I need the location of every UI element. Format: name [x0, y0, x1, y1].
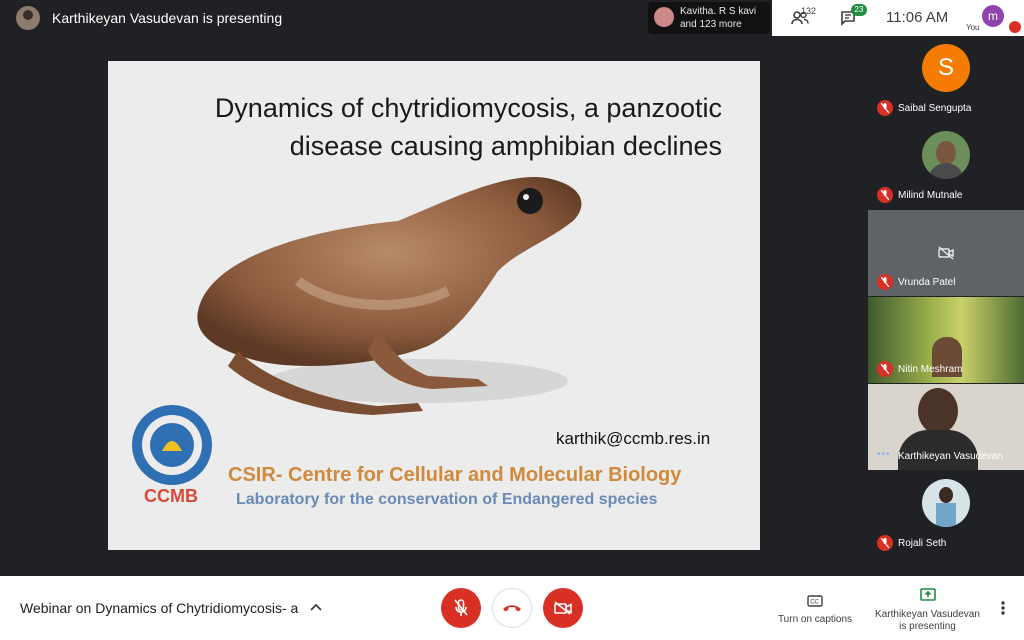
slide-title-line2: disease causing amphibian declines: [289, 131, 722, 161]
closed-captions-icon: CC: [807, 595, 823, 607]
mic-off-icon: [877, 274, 893, 290]
meeting-title[interactable]: Webinar on Dynamics of Chytridiomycosis-…: [20, 600, 302, 616]
participants-preview-name: Kavitha. R S kavi: [680, 6, 757, 17]
participant-tile[interactable]: Milind Mutnale: [868, 123, 1024, 209]
participant-video: [918, 388, 958, 434]
participant-name: Vrunda Patel: [898, 277, 956, 288]
presenting-status: Karthikeyan Vasudevan is presenting: [52, 10, 283, 26]
camera-toggle-button[interactable]: [543, 588, 583, 628]
participants-preview[interactable]: Kavitha. R S kavi and 123 more: [648, 2, 770, 34]
camera-off-icon: [938, 246, 954, 260]
speaking-indicator-icon: •••: [877, 449, 891, 460]
mic-off-icon: [877, 361, 893, 377]
ccmb-logo-icon: [132, 405, 212, 485]
people-count: 132: [801, 6, 817, 16]
participant-name: Rojali Seth: [898, 538, 947, 549]
mic-off-icon: [454, 599, 468, 616]
participants-sidebar: S Saibal Sengupta Milind Mutnale Vrunda …: [868, 36, 1024, 560]
presenting-label-line1: Karthikeyan Vasudevan: [875, 609, 980, 620]
self-label: You: [966, 23, 980, 32]
participant-name: Nitin Meshram: [898, 364, 963, 375]
clock: 11:06 AM: [886, 9, 949, 26]
participant-tile[interactable]: Vrunda Patel: [868, 210, 1024, 296]
chat-count-badge: 23: [851, 4, 867, 16]
self-mic-off-icon: [1009, 21, 1021, 33]
presenter-avatar: [16, 6, 40, 30]
avatar: [654, 7, 674, 27]
presenting-label-line2: is presenting: [899, 621, 956, 632]
svg-text:CC: CC: [810, 600, 819, 606]
slide-title: Dynamics of chytridiomycosis, a panzooti…: [142, 89, 722, 165]
presenting-button[interactable]: Karthikeyan Vasudevan is presenting: [870, 588, 985, 633]
present-screen-icon: [919, 588, 936, 601]
mic-off-icon: [877, 535, 893, 551]
participant-name: Karthikeyan Vasudevan: [898, 451, 1003, 462]
slide-organization: CSIR- Centre for Cellular and Molecular …: [228, 464, 682, 486]
camera-off-icon: [554, 601, 572, 615]
frog-image: [197, 176, 582, 415]
participant-name: Milind Mutnale: [898, 190, 963, 201]
avatar: S: [922, 44, 970, 92]
participant-tile[interactable]: S Saibal Sengupta: [868, 36, 1024, 122]
bottom-bar: Webinar on Dynamics of Chytridiomycosis-…: [0, 576, 1024, 640]
captions-button[interactable]: CC Turn on captions: [770, 594, 860, 625]
slide-title-line1: Dynamics of chytridiomycosis, a panzooti…: [214, 93, 722, 123]
participant-name: Saibal Sengupta: [898, 103, 972, 114]
leave-call-button[interactable]: [492, 588, 532, 628]
ccmb-label: CCMB: [144, 486, 198, 506]
self-avatar[interactable]: m: [982, 5, 1004, 27]
participant-tile[interactable]: Nitin Meshram: [868, 297, 1024, 383]
shared-slide: Dynamics of chytridiomycosis, a panzooti…: [108, 61, 760, 550]
hang-up-icon: [503, 605, 521, 612]
participant-tile[interactable]: ••• Karthikeyan Vasudevan: [868, 384, 1024, 470]
presenting-label: Karthikeyan Vasudevan is presenting: [870, 609, 985, 633]
participants-preview-more: and 123 more: [680, 19, 742, 30]
more-options-icon[interactable]: [995, 598, 1011, 618]
slide-email: karthik@ccmb.res.in: [556, 429, 711, 448]
slide-laboratory: Laboratory for the conservation of Endan…: [236, 491, 658, 508]
top-bar: Karthikeyan Vasudevan is presenting Kavi…: [0, 0, 1024, 36]
participant-tile[interactable]: Rojali Seth: [868, 471, 1024, 557]
captions-label: Turn on captions: [777, 614, 853, 625]
mic-off-icon: [877, 100, 893, 116]
chevron-up-icon[interactable]: [308, 598, 324, 618]
mic-off-icon: [877, 187, 893, 203]
microphone-toggle-button[interactable]: [441, 588, 481, 628]
avatar: [922, 479, 970, 527]
avatar: [922, 131, 970, 179]
